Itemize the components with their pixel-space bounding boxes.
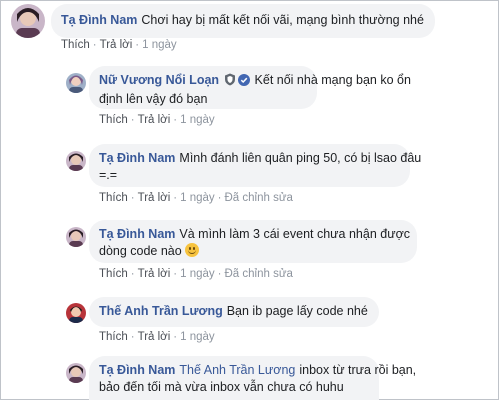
comment-time[interactable]: 1 ngày: [180, 114, 215, 126]
comment-text: dòng code nào: [99, 244, 182, 258]
comment-author[interactable]: Thế Anh Trần Lương: [99, 304, 223, 318]
comment-time[interactable]: 1 ngày: [180, 331, 215, 343]
comment-text: inbox từ trưa rồi bạn,: [299, 363, 417, 377]
edited-label[interactable]: Đã chỉnh sửa: [225, 268, 293, 280]
comment-author[interactable]: Tạ Đình Nam: [61, 13, 137, 27]
comment-actions: Thích · Trả lời · 1 ngày: [99, 331, 215, 343]
comment-bubble: Tạ Đình Nam Và mình làm 3 cái event chưa …: [89, 220, 417, 263]
comment-time[interactable]: 1 ngày: [180, 268, 215, 280]
avatar[interactable]: [66, 73, 86, 93]
reply-link[interactable]: Trả lời: [138, 114, 171, 126]
like-link[interactable]: Thích: [61, 39, 90, 51]
reply-link[interactable]: Trả lời: [100, 39, 133, 51]
comment-author[interactable]: Tạ Đình Nam: [99, 151, 175, 165]
comment-author[interactable]: Tạ Đình Nam: [99, 363, 175, 377]
comment-text: bảo đến tối mà vừa inbox vẫn chưa có huh…: [99, 380, 344, 394]
like-link[interactable]: Thích: [99, 192, 128, 204]
comment-time[interactable]: 1 ngày: [180, 192, 215, 204]
comment-actions: Thích · Trả lời · 1 ngày · Đã chỉnh sửa: [99, 268, 293, 280]
comment-actions: Thích · Trả lời · 1 ngày: [61, 39, 177, 51]
comment-bubble: Tạ Đình Nam Chơi hay bị mất kết nối vãi, …: [51, 4, 435, 38]
comment-bubble: Nữ Vương Nổi Loạn Kết nối nhà mạng bạn k…: [89, 66, 411, 109]
comment-text: Chơi hay bị mất kết nối vãi, mạng bình t…: [141, 13, 424, 27]
comment-actions: Thích · Trả lời · 1 ngày · Đã chỉnh sửa: [99, 192, 293, 204]
comment-text: =.=: [99, 168, 118, 182]
comment-actions: Thích · Trả lời · 1 ngày: [99, 114, 215, 126]
comment-time[interactable]: 1 ngày: [142, 39, 177, 51]
verified-check-icon: [238, 74, 251, 91]
moderator-shield-icon: [224, 73, 236, 91]
comment-thread: Tạ Đình Nam Chơi hay bị mất kết nối vãi, …: [0, 0, 499, 400]
avatar[interactable]: [66, 303, 86, 323]
reply-link[interactable]: Trả lời: [138, 268, 171, 280]
reply-link[interactable]: Trả lời: [138, 331, 171, 343]
comment-bubble: Tạ Đình Nam Thế Anh Trần Lương inbox từ tr…: [89, 356, 416, 400]
avatar[interactable]: [66, 151, 86, 171]
avatar[interactable]: [66, 363, 86, 383]
smile-emoji-icon: [185, 243, 200, 257]
comment-text: định lên vậy đó bạn: [99, 92, 208, 106]
comment-author[interactable]: Nữ Vương Nổi Loạn: [99, 73, 219, 87]
avatar[interactable]: [11, 4, 45, 38]
reply-link[interactable]: Trả lời: [138, 192, 171, 204]
comment-bubble: Thế Anh Trần Lương Bạn ib page lấy code n…: [89, 297, 379, 327]
mention-link[interactable]: Thế Anh Trần Lương: [179, 363, 295, 377]
comment-author[interactable]: Tạ Đình Nam: [99, 227, 175, 241]
like-link[interactable]: Thích: [99, 268, 128, 280]
comment-text: Và mình làm 3 cái event chưa nhận được: [179, 227, 411, 241]
avatar[interactable]: [66, 227, 86, 247]
like-link[interactable]: Thích: [99, 331, 128, 343]
comment-text: Kết nối nhà mạng bạn ko ổn: [254, 73, 411, 87]
comment-text: Bạn ib page lấy code nhé: [226, 304, 368, 318]
comment-text: Mình đánh liên quân ping 50, có bị lsao …: [179, 151, 422, 165]
comment-bubble: Tạ Đình Nam Mình đánh liên quân ping 50, …: [89, 144, 421, 187]
like-link[interactable]: Thích: [99, 114, 128, 126]
edited-label[interactable]: Đã chỉnh sửa: [225, 192, 293, 204]
